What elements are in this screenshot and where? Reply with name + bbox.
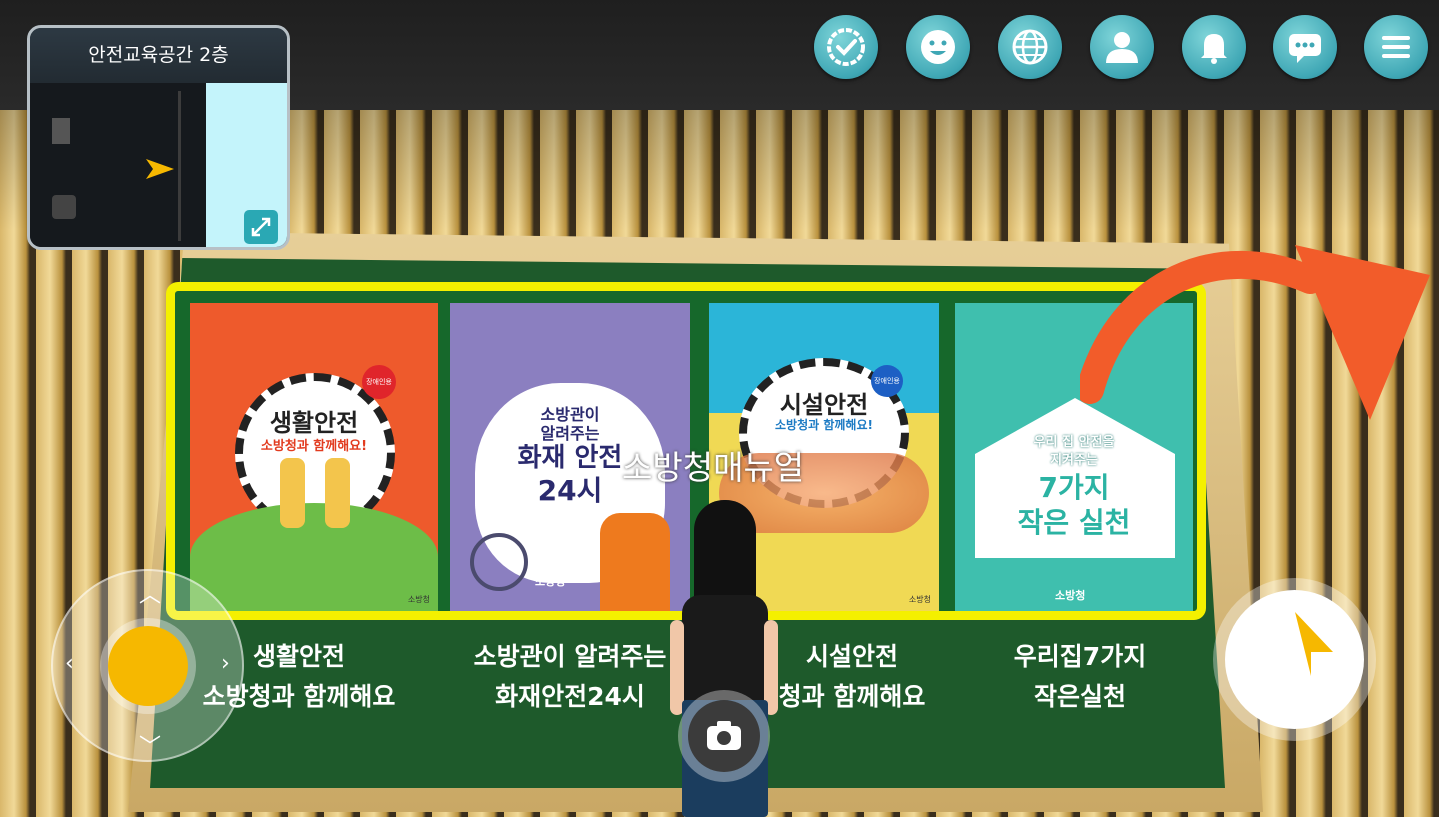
jump-button-inner [1225, 590, 1364, 729]
caption-7-practices: 우리집7가지 작은실천 [990, 637, 1170, 717]
player-position-marker-icon [146, 159, 174, 179]
minimap-area [30, 83, 287, 247]
joystick-knob[interactable] [108, 626, 188, 706]
expand-map-button[interactable] [244, 210, 278, 244]
poster-main-title: 7가지 [1038, 471, 1110, 504]
poster-publisher: 소방청 [407, 595, 430, 604]
poster-subtitle: 소방청과 함께해요! [260, 439, 368, 454]
poster-life-safety[interactable]: 생활안전 소방청과 함께해요! 장애인용 소방청 [190, 303, 438, 611]
notification-button[interactable] [1182, 15, 1246, 79]
poster-subtitle: 소방청과 함께해요! [775, 418, 873, 432]
map-object [52, 195, 76, 219]
chevron-up-icon: ︿ [139, 583, 162, 608]
movement-joystick[interactable]: ︿ ﹀ ‹ › [51, 569, 244, 762]
firefighter-figure [325, 458, 350, 528]
chat-bubble-icon [1289, 34, 1321, 63]
minimap[interactable]: 안전교육공간 2층 [27, 25, 290, 250]
caption-line2: 청과 함께해요 [778, 682, 926, 711]
language-button[interactable] [998, 15, 1062, 79]
poster-publisher: 소방청 [535, 575, 566, 588]
poster-hill [190, 503, 438, 611]
poster-title: 시설안전 [779, 391, 869, 419]
minimap-title: 안전교육공간 2층 [30, 28, 287, 83]
caption-line1: 시설안전 [805, 642, 898, 671]
poster-publisher: 소방청 [908, 595, 931, 604]
chevron-down-icon: ﹀ [139, 735, 162, 760]
caption-line1: 우리집7가지 [1013, 642, 1147, 671]
poster-title: 생활안전 [269, 409, 359, 437]
wheelchair-figure [470, 533, 528, 591]
firefighter-figure [280, 458, 305, 528]
caption-line1: 소방관이 알려주는 [473, 642, 667, 671]
caption-line2: 작은실천 [1033, 682, 1126, 711]
jump-button[interactable] [1213, 578, 1376, 741]
poster-group-label: 소방청매뉴얼 [622, 448, 805, 487]
firefighter-figure [600, 513, 670, 611]
smile-emoji-icon [921, 30, 955, 64]
poster-main-title-2: 작은 실천 [1017, 506, 1131, 539]
bell-icon [1201, 34, 1227, 64]
profile-icon [1106, 32, 1138, 63]
expand-diagonal-icon [251, 217, 271, 237]
chevron-right-icon: › [221, 651, 230, 676]
main-menu-button[interactable] [1364, 15, 1428, 79]
globe-icon [1012, 29, 1048, 65]
check-badge-button[interactable] [814, 15, 878, 79]
caption-facility-safety: 시설안전 청과 함께해요 [762, 637, 942, 717]
poster-publisher: 소방청 [1055, 589, 1086, 602]
map-wall [178, 91, 181, 241]
caption-fire-safety: 소방관이 알려주는 화재안전24시 [455, 637, 685, 717]
poster-badge: 장애인용 [362, 365, 396, 399]
curved-up-arrow-icon [1295, 612, 1333, 676]
hamburger-menu-icon [1382, 36, 1410, 58]
chat-button[interactable] [1273, 15, 1337, 79]
caption-line2: 화재안전24시 [495, 682, 645, 711]
camera-button-inner [688, 700, 760, 772]
profile-button[interactable] [1090, 15, 1154, 79]
curved-arrow-indicator [1080, 245, 1430, 420]
chevron-left-icon: ‹ [65, 651, 74, 676]
check-badge-icon [827, 28, 865, 66]
camera-icon [707, 721, 741, 750]
avatar-shirt [682, 595, 768, 705]
map-object [52, 118, 70, 144]
camera-button[interactable] [678, 690, 770, 782]
poster-badge: 장애인용 [871, 365, 903, 397]
emoji-button[interactable] [906, 15, 970, 79]
